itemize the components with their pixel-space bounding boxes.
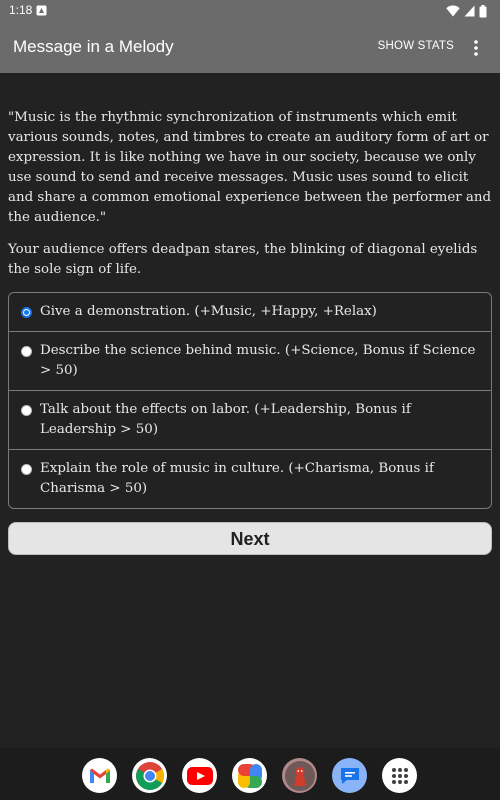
- show-stats-button[interactable]: SHOW STATS: [378, 40, 454, 52]
- choice-option-4[interactable]: Explain the role of music in culture. (+…: [9, 449, 491, 508]
- app-drawer-icon[interactable]: [382, 758, 417, 793]
- status-time: 1:18: [9, 3, 33, 17]
- choice-option-2[interactable]: Describe the science behind music. (+Sci…: [9, 331, 491, 390]
- story-content: "Music is the rhythmic synchronization o…: [8, 108, 492, 555]
- story-paragraph-2: Your audience offers deadpan stares, the…: [8, 242, 478, 277]
- radio-button[interactable]: [21, 405, 32, 416]
- overflow-menu-icon[interactable]: [471, 39, 481, 57]
- choice-option-1[interactable]: Give a demonstration. (+Music, +Happy, +…: [9, 293, 491, 331]
- radio-button[interactable]: [21, 464, 32, 475]
- choice-label: Explain the role of music in culture. (+…: [40, 461, 434, 496]
- radio-button-selected[interactable]: [21, 307, 32, 318]
- status-bar: 1:18: [0, 0, 500, 22]
- choice-label: Describe the science behind music. (+Sci…: [40, 343, 476, 378]
- photos-icon[interactable]: [232, 758, 267, 793]
- app-title: Message in a Melody: [13, 37, 174, 56]
- gmail-icon[interactable]: [82, 758, 117, 793]
- wifi-icon: [446, 5, 460, 17]
- chrome-icon[interactable]: [132, 758, 167, 793]
- notification-icon: [36, 5, 47, 16]
- next-button[interactable]: Next: [8, 522, 492, 555]
- cellular-signal-icon: [464, 5, 475, 17]
- status-icons: [446, 4, 487, 18]
- messages-icon[interactable]: [332, 758, 367, 793]
- app-bar: Message in a Melody SHOW STATS: [0, 22, 500, 73]
- choice-option-3[interactable]: Talk about the effects on labor. (+Leade…: [9, 390, 491, 449]
- story-paragraph-1: "Music is the rhythmic synchronization o…: [8, 110, 492, 225]
- youtube-icon[interactable]: [182, 758, 217, 793]
- app-dock: [0, 748, 500, 800]
- battery-icon: [479, 4, 487, 17]
- choice-label: Talk about the effects on labor. (+Leade…: [40, 402, 411, 437]
- game-app-icon[interactable]: [282, 758, 317, 793]
- choice-label: Give a demonstration. (+Music, +Happy, +…: [40, 304, 377, 319]
- radio-button[interactable]: [21, 346, 32, 357]
- choice-list: Give a demonstration. (+Music, +Happy, +…: [8, 292, 492, 509]
